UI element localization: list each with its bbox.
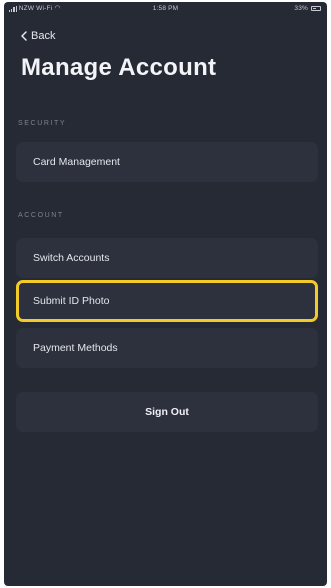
sign-out-label: Sign Out [145,406,189,418]
payment-methods-row[interactable]: Payment Methods [16,328,318,368]
section-header-security: SECURITY [18,120,67,127]
submit-id-photo-row[interactable]: Submit ID Photo [16,280,318,322]
back-button[interactable]: Back [21,30,55,42]
battery-percent: 33% [294,5,308,12]
card-management-row[interactable]: Card Management [16,142,318,182]
card-management-label: Card Management [33,156,120,168]
switch-accounts-row[interactable]: Switch Accounts [16,238,318,278]
page-title: Manage Account [21,54,217,81]
section-header-account: ACCOUNT [18,212,64,219]
phone-screen: NZW Wi-Fi ◠ 1:58 PM 33% Back Manage Acco… [4,2,327,586]
status-bar: NZW Wi-Fi ◠ 1:58 PM 33% [4,2,327,16]
battery-icon [311,6,321,11]
switch-accounts-label: Switch Accounts [33,252,110,264]
back-label: Back [31,30,56,42]
payment-methods-label: Payment Methods [33,342,118,354]
status-right: 33% [294,5,321,12]
status-time: 1:58 PM [152,5,179,12]
sign-out-button[interactable]: Sign Out [16,392,318,432]
submit-id-photo-label: Submit ID Photo [33,295,110,307]
chevron-left-icon [21,31,27,41]
